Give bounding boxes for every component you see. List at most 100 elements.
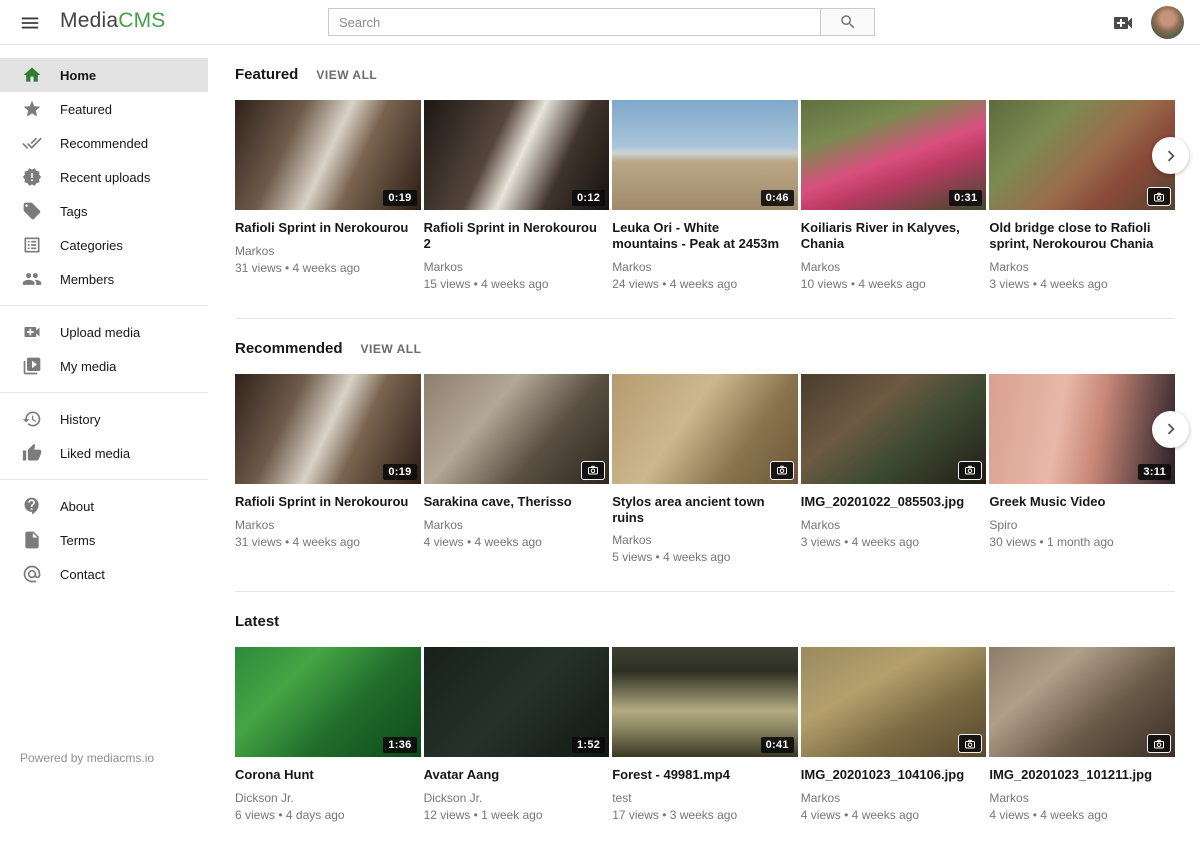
photo-camera-icon [770,461,794,480]
media-author[interactable]: Markos [801,518,987,532]
media-card[interactable]: 0:31 Koiliaris River in Kalyves, Chania … [801,100,987,291]
media-thumbnail[interactable]: 0:19 [235,374,421,484]
sidebar-item-recent-uploads[interactable]: Recent uploads [0,160,208,194]
sidebar-item-label: Featured [60,102,112,117]
media-thumbnail[interactable]: 3:11 [989,374,1175,484]
media-title[interactable]: Rafioli Sprint in Nerokourou [235,494,421,510]
media-thumbnail[interactable] [989,100,1175,210]
media-title[interactable]: Sarakina cave, Therisso [424,494,610,510]
carousel-next-button[interactable] [1152,411,1189,448]
photo-camera-icon [581,461,605,480]
media-card[interactable]: 0:12 Rafioli Sprint in Nerokourou 2 Mark… [424,100,610,291]
media-meta: 30 views • 1 month ago [989,535,1175,549]
media-card[interactable]: IMG_20201023_101211.jpg Markos 4 views •… [989,647,1175,822]
media-title[interactable]: Forest - 49981.mp4 [612,767,798,783]
media-card[interactable]: 1:52 Avatar Aang Dickson Jr. 12 views • … [424,647,610,822]
media-title[interactable]: IMG_20201023_101211.jpg [989,767,1175,783]
sidebar-item-label: Categories [60,238,123,253]
media-thumbnail[interactable] [801,374,987,484]
media-author[interactable]: Dickson Jr. [424,791,610,805]
media-author[interactable]: Markos [235,244,421,258]
avatar[interactable] [1151,6,1184,39]
media-thumbnail[interactable]: 1:36 [235,647,421,757]
sidebar-item-tags[interactable]: Tags [0,194,208,228]
media-thumbnail[interactable]: 0:12 [424,100,610,210]
media-card[interactable]: IMG_20201023_104106.jpg Markos 4 views •… [801,647,987,822]
media-author[interactable]: Spiro [989,518,1175,532]
media-title[interactable]: Avatar Aang [424,767,610,783]
media-title[interactable]: Leuka Ori - White mountains - Peak at 24… [612,220,798,252]
media-title[interactable]: Stylos area ancient town ruins [612,494,798,526]
logo[interactable]: MediaCMS [60,9,165,33]
sidebar-item-label: Members [60,272,114,287]
media-thumbnail[interactable] [424,374,610,484]
media-title[interactable]: Old bridge close to Rafioli sprint, Nero… [989,220,1175,252]
media-card[interactable]: Stylos area ancient town ruins Markos 5 … [612,374,798,565]
sidebar-item-recommended[interactable]: Recommended [0,126,208,160]
sidebar-item-home[interactable]: Home [0,58,208,92]
duration-badge: 1:52 [572,737,605,753]
media-author[interactable]: Markos [235,518,421,532]
media-thumbnail[interactable]: 0:19 [235,100,421,210]
at-sign-icon [22,564,42,584]
media-title[interactable]: Corona Hunt [235,767,421,783]
sidebar-item-members[interactable]: Members [0,262,208,296]
media-card[interactable]: 0:19 Rafioli Sprint in Nerokourou Markos… [235,100,421,291]
sidebar-item-my-media[interactable]: My media [0,349,208,383]
media-card[interactable]: 1:36 Corona Hunt Dickson Jr. 6 views • 4… [235,647,421,822]
media-thumbnail[interactable] [801,647,987,757]
media-title[interactable]: IMG_20201022_085503.jpg [801,494,987,510]
media-thumbnail[interactable]: 0:41 [612,647,798,757]
media-thumbnail[interactable] [989,647,1175,757]
sidebar-item-label: Tags [60,204,87,219]
media-author[interactable]: Markos [801,260,987,274]
media-meta: 3 views • 4 weeks ago [989,277,1175,291]
view-all-link[interactable]: VIEW ALL [361,342,422,356]
media-title[interactable]: Rafioli Sprint in Nerokourou [235,220,421,236]
media-title[interactable]: Greek Music Video [989,494,1175,510]
view-all-link[interactable]: VIEW ALL [316,68,377,82]
media-card[interactable]: Old bridge close to Rafioli sprint, Nero… [989,100,1175,291]
media-thumbnail[interactable]: 1:52 [424,647,610,757]
video-call-icon [22,322,42,342]
media-card[interactable]: 0:41 Forest - 49981.mp4 test 17 views • … [612,647,798,822]
media-author[interactable]: Markos [424,518,610,532]
sidebar-item-featured[interactable]: Featured [0,92,208,126]
media-author[interactable]: Dickson Jr. [235,791,421,805]
media-card[interactable]: Sarakina cave, Therisso Markos 4 views •… [424,374,610,565]
media-author[interactable]: Markos [989,260,1175,274]
hamburger-menu-icon[interactable] [18,11,42,35]
top-bar: MediaCMS [0,0,1200,45]
media-author[interactable]: Markos [424,260,610,274]
media-author[interactable]: test [612,791,798,805]
sidebar-item-terms[interactable]: Terms [0,523,208,557]
media-thumbnail[interactable] [612,374,798,484]
search-input[interactable] [328,8,820,36]
media-meta: 12 views • 1 week ago [424,808,610,822]
sidebar-item-contact[interactable]: Contact [0,557,208,591]
section-title: Recommended [235,340,343,357]
media-card[interactable]: 0:46 Leuka Ori - White mountains - Peak … [612,100,798,291]
media-title[interactable]: Koiliaris River in Kalyves, Chania [801,220,987,252]
media-card[interactable]: IMG_20201022_085503.jpg Markos 3 views •… [801,374,987,565]
sidebar-item-history[interactable]: History [0,402,208,436]
media-author[interactable]: Markos [801,791,987,805]
sidebar-item-categories[interactable]: Categories [0,228,208,262]
upload-media-icon[interactable] [1111,11,1135,35]
sidebar-item-label: History [60,412,100,427]
media-author[interactable]: Markos [612,260,798,274]
sidebar-divider [0,305,208,306]
media-thumbnail[interactable]: 0:46 [612,100,798,210]
media-card[interactable]: 3:11 Greek Music Video Spiro 30 views • … [989,374,1175,565]
media-author[interactable]: Markos [612,533,798,547]
sidebar-item-upload-media[interactable]: Upload media [0,315,208,349]
media-author[interactable]: Markos [989,791,1175,805]
media-card[interactable]: 0:19 Rafioli Sprint in Nerokourou Markos… [235,374,421,565]
sidebar-item-liked-media[interactable]: Liked media [0,436,208,470]
sidebar-item-about[interactable]: About [0,489,208,523]
media-title[interactable]: Rafioli Sprint in Nerokourou 2 [424,220,610,252]
media-title[interactable]: IMG_20201023_104106.jpg [801,767,987,783]
search-button[interactable] [820,8,875,36]
media-thumbnail[interactable]: 0:31 [801,100,987,210]
carousel-next-button[interactable] [1152,137,1189,174]
